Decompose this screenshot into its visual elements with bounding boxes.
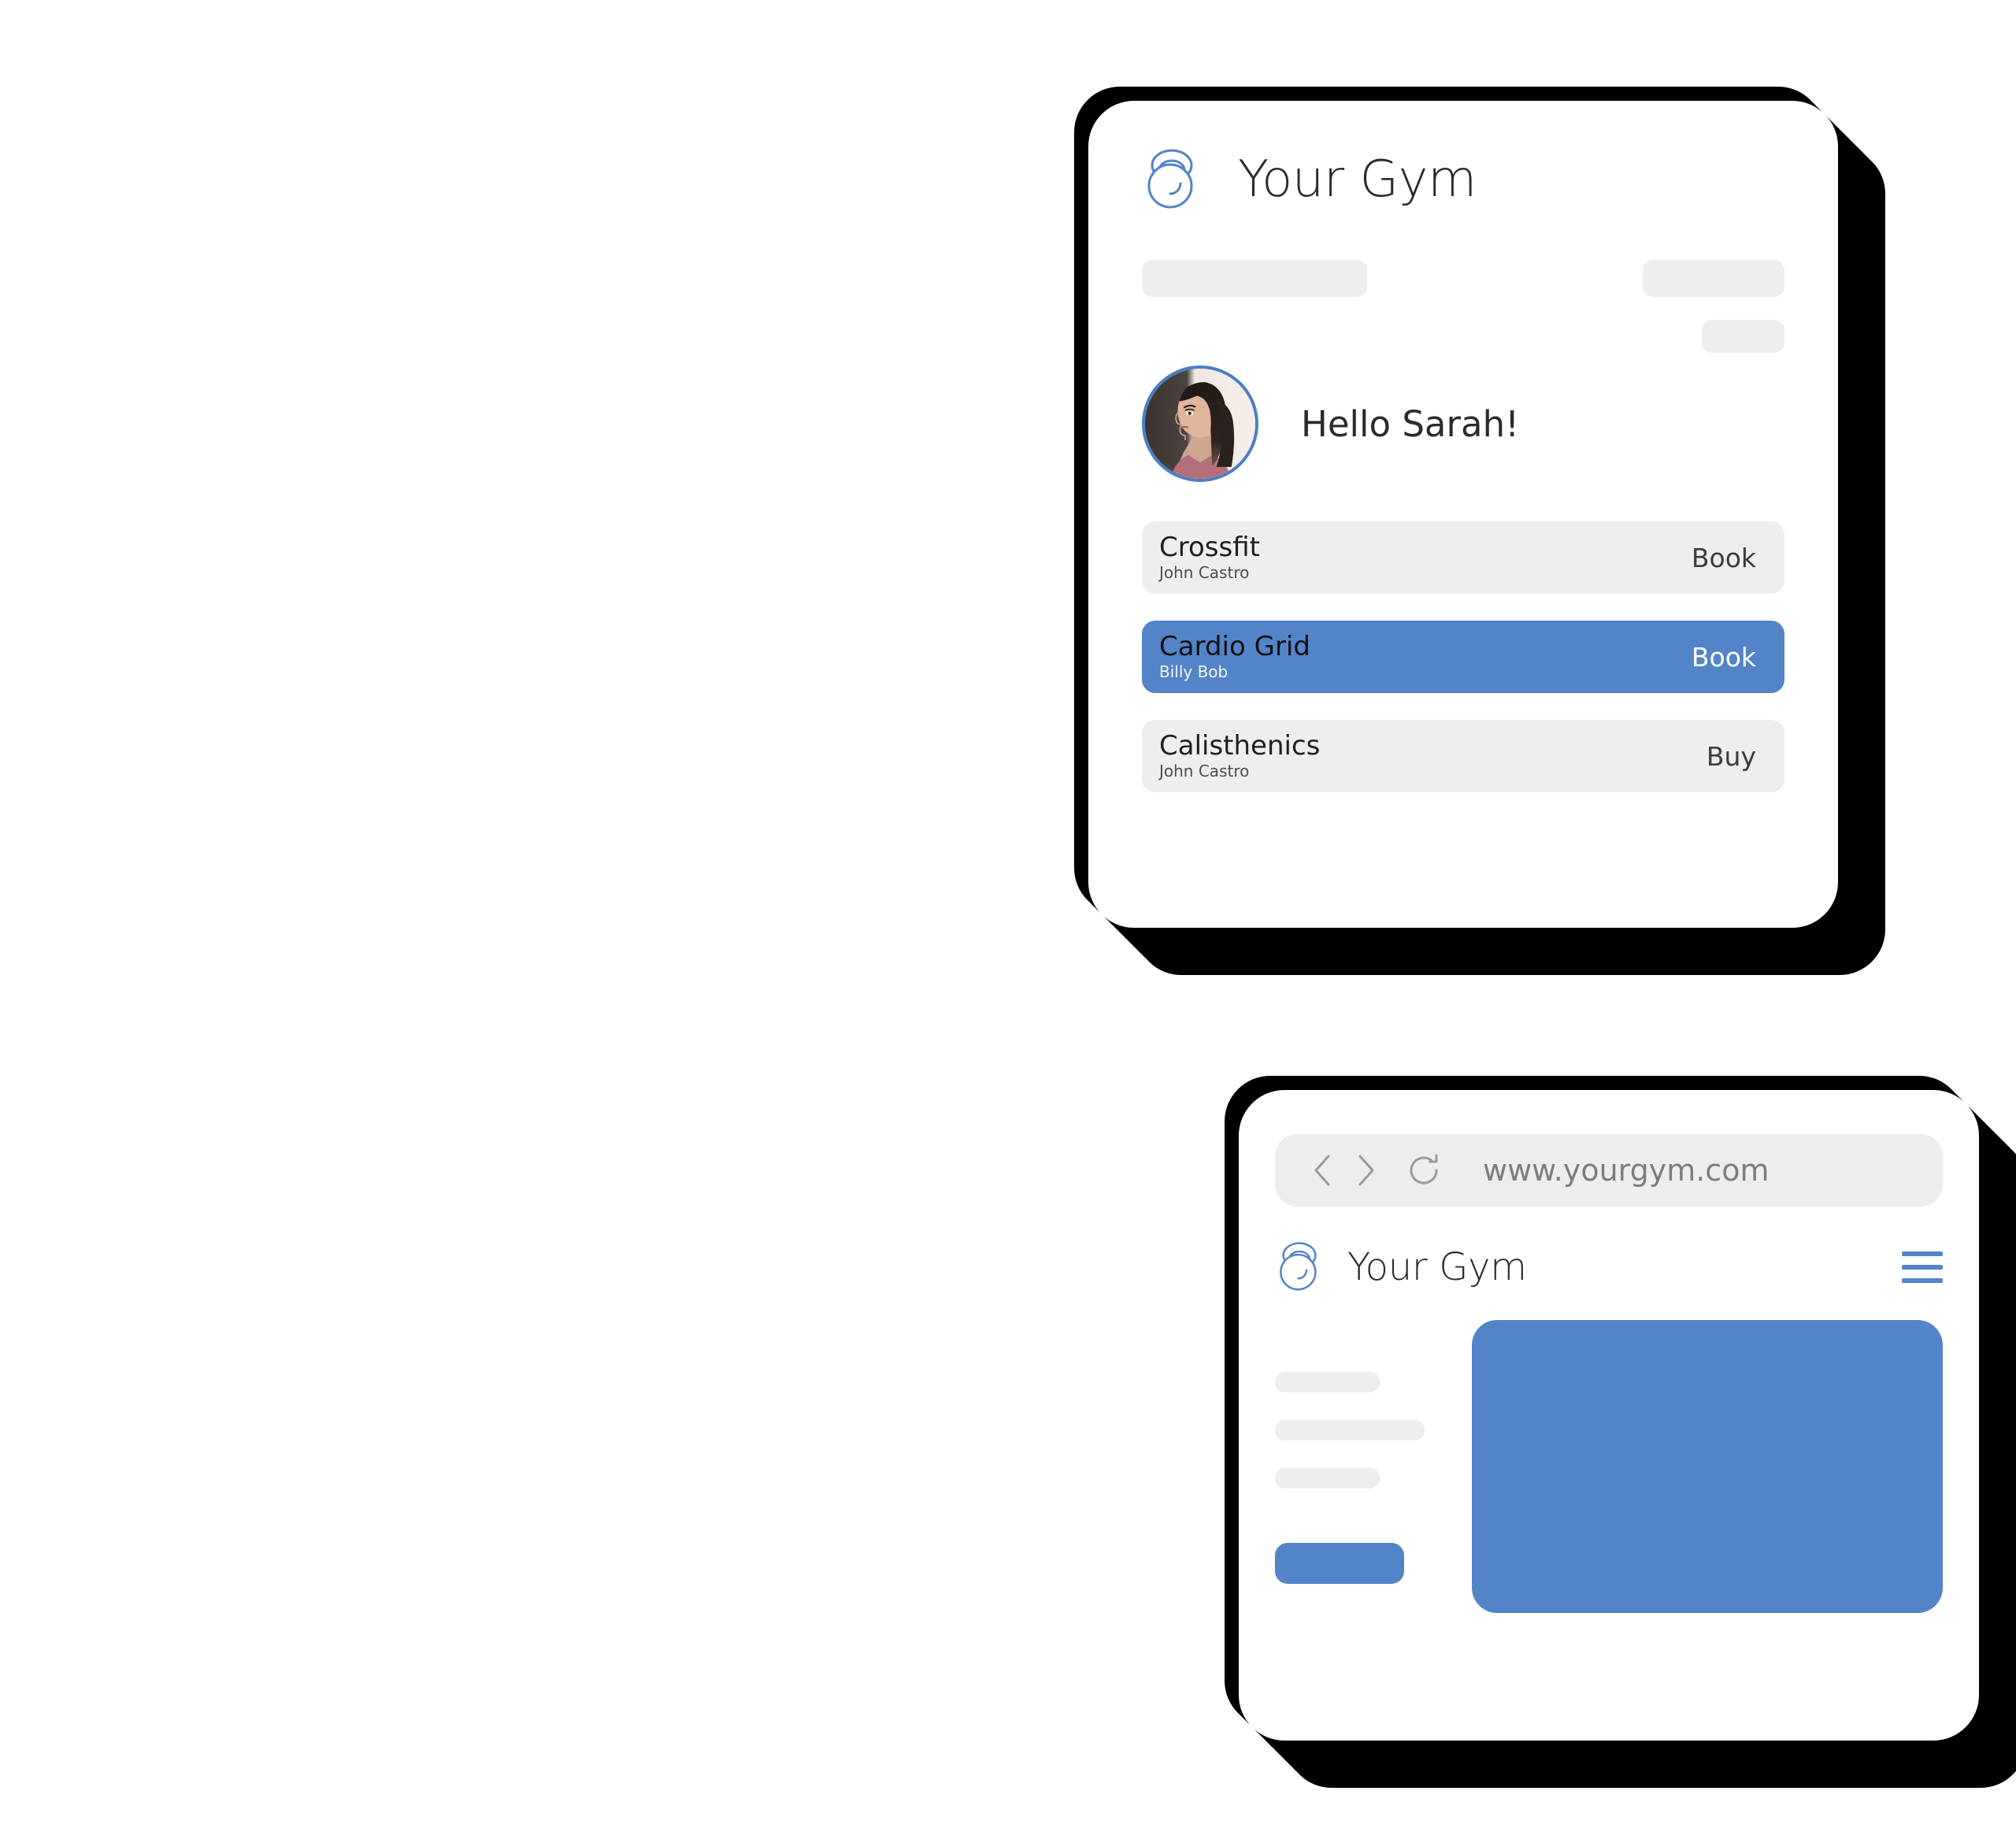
site-body bbox=[1275, 1315, 1943, 1613]
text-placeholder-line bbox=[1275, 1420, 1425, 1440]
chevron-left-icon[interactable] bbox=[1302, 1149, 1344, 1192]
site-text-column bbox=[1275, 1315, 1432, 1584]
skeleton-bar-right-top bbox=[1643, 260, 1784, 297]
app-header: Your Gym bbox=[1088, 101, 1838, 213]
site-header: Your Gym bbox=[1275, 1240, 1943, 1295]
text-placeholder-line bbox=[1275, 1468, 1380, 1489]
browser-window-card: www.yourgym.com Your Gym bbox=[1239, 1090, 1979, 1741]
skeleton-bar-right-bottom bbox=[1702, 320, 1784, 353]
class-action-button[interactable]: Book bbox=[1692, 545, 1756, 571]
greeting-row: Hello Sarah! bbox=[1142, 365, 1838, 482]
class-row[interactable]: Crossfit John Castro Book bbox=[1142, 521, 1784, 594]
kettlebell-icon bbox=[1142, 146, 1202, 213]
class-action-button[interactable]: Book bbox=[1692, 644, 1756, 670]
text-placeholder-line bbox=[1275, 1372, 1380, 1392]
mobile-app-card: Your Gym Hello Sarah! Crossfit John Cast… bbox=[1088, 101, 1838, 928]
class-coach: Billy Bob bbox=[1159, 662, 1228, 682]
class-name: Calisthenics bbox=[1159, 729, 1321, 762]
avatar[interactable] bbox=[1142, 365, 1258, 482]
url-text[interactable]: www.yourgym.com bbox=[1483, 1155, 1769, 1185]
class-action-button[interactable]: Buy bbox=[1707, 743, 1756, 769]
skeleton-placeholder-row bbox=[1142, 260, 1784, 354]
class-coach: John Castro bbox=[1159, 563, 1250, 583]
class-row[interactable]: Cardio Grid Billy Bob Book bbox=[1142, 621, 1784, 693]
hamburger-line bbox=[1902, 1278, 1943, 1283]
class-name: Cardio Grid bbox=[1159, 630, 1310, 662]
hamburger-menu-icon[interactable] bbox=[1902, 1251, 1943, 1283]
screenshot-canvas: Your Gym Hello Sarah! Crossfit John Cast… bbox=[0, 0, 2016, 1839]
chevron-right-icon[interactable] bbox=[1344, 1149, 1387, 1192]
hamburger-line bbox=[1902, 1251, 1943, 1256]
class-info: Calisthenics John Castro bbox=[1159, 732, 1320, 780]
class-info: Crossfit John Castro bbox=[1159, 531, 1260, 583]
hamburger-line bbox=[1902, 1265, 1943, 1270]
greeting-text: Hello Sarah! bbox=[1301, 402, 1520, 445]
class-row[interactable]: Calisthenics John Castro Buy bbox=[1142, 720, 1784, 792]
class-info: Cardio Grid Billy Bob bbox=[1159, 630, 1310, 682]
class-coach: John Castro bbox=[1159, 762, 1250, 781]
kettlebell-icon bbox=[1275, 1240, 1324, 1295]
reload-icon[interactable] bbox=[1398, 1144, 1450, 1196]
primary-cta-button[interactable] bbox=[1275, 1543, 1404, 1584]
class-name: Crossfit bbox=[1159, 531, 1260, 563]
browser-toolbar: www.yourgym.com bbox=[1275, 1134, 1943, 1207]
app-brand-title: Your Gym bbox=[1238, 150, 1477, 209]
hero-image-block bbox=[1472, 1320, 1943, 1613]
skeleton-bar-left bbox=[1142, 260, 1367, 297]
site-brand-title: Your Gym bbox=[1347, 1245, 1527, 1289]
class-list: Crossfit John Castro Book Cardio Grid Bi… bbox=[1142, 521, 1784, 792]
